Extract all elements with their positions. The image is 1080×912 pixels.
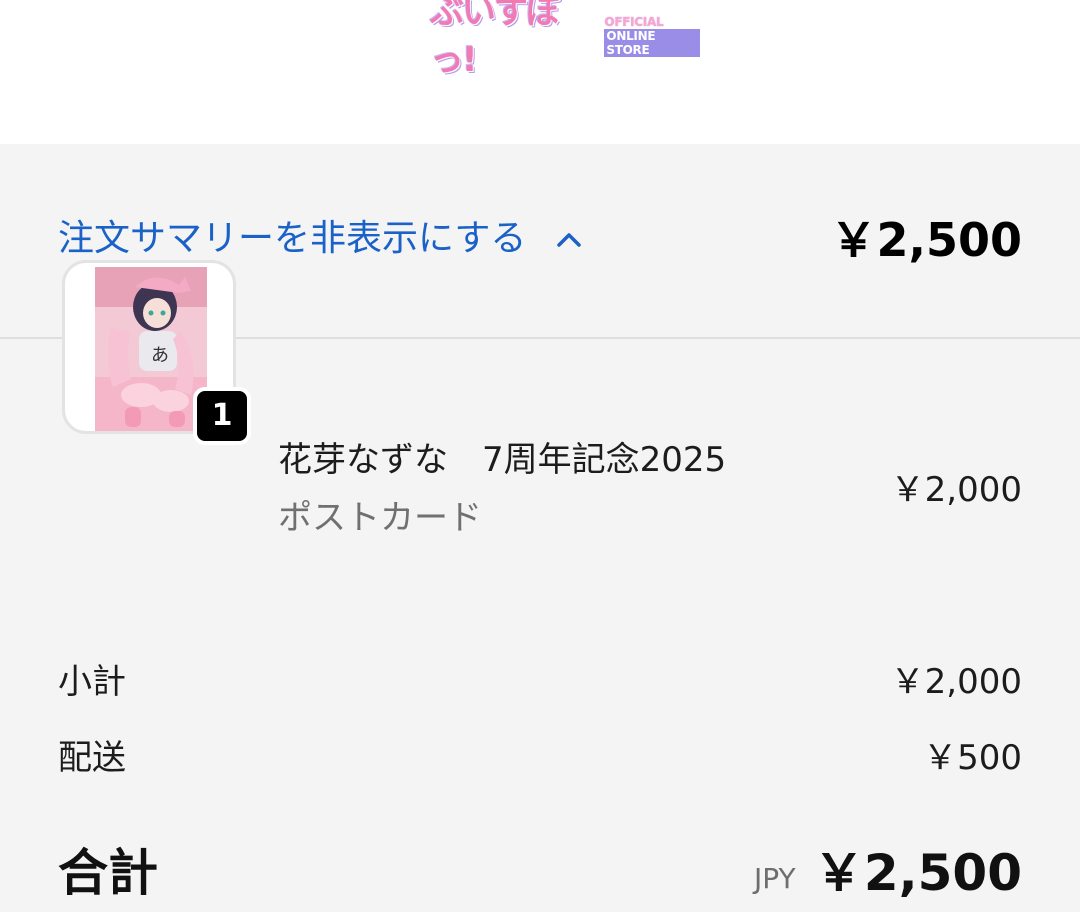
subtotal-value: ￥2,000 [890,662,1022,702]
chevron-up-icon [557,233,582,247]
logo-sub-line1: OFFICIAL [604,15,664,29]
store-logo[interactable]: ぶいすぽっ! OFFICIAL ONLINE STORE [430,0,700,80]
product-image: あ [95,267,207,431]
total-currency: JPY [754,862,796,895]
total-label: 合計 [58,844,158,902]
subtotal-label: 小計 [58,662,126,702]
logo-wordmark: ぶいすぽっ! [430,0,560,80]
svg-text:あ: あ [151,345,169,366]
store-header: ぶいすぽっ! OFFICIAL ONLINE STORE [0,0,1080,144]
order-summary-total: ￥2,500 [830,213,1022,267]
logo-sub-line2: ONLINE STORE [604,29,700,57]
product-price: ￥2,000 [890,470,1022,510]
logo-subtitle: OFFICIAL ONLINE STORE [604,15,700,57]
total-value: ￥2,500 [813,844,1022,902]
product-variant: ポストカード [278,498,482,538]
quantity-badge: 1 [193,387,251,445]
product-name: 花芽なずな 7周年記念2025 [278,440,727,480]
order-summary-toggle[interactable]: 注文サマリーを非表示にする [58,214,582,264]
shipping-label: 配送 [58,738,126,778]
shipping-value: ￥500 [923,738,1022,778]
order-summary-toggle-label: 注文サマリーを非表示にする [58,218,527,259]
